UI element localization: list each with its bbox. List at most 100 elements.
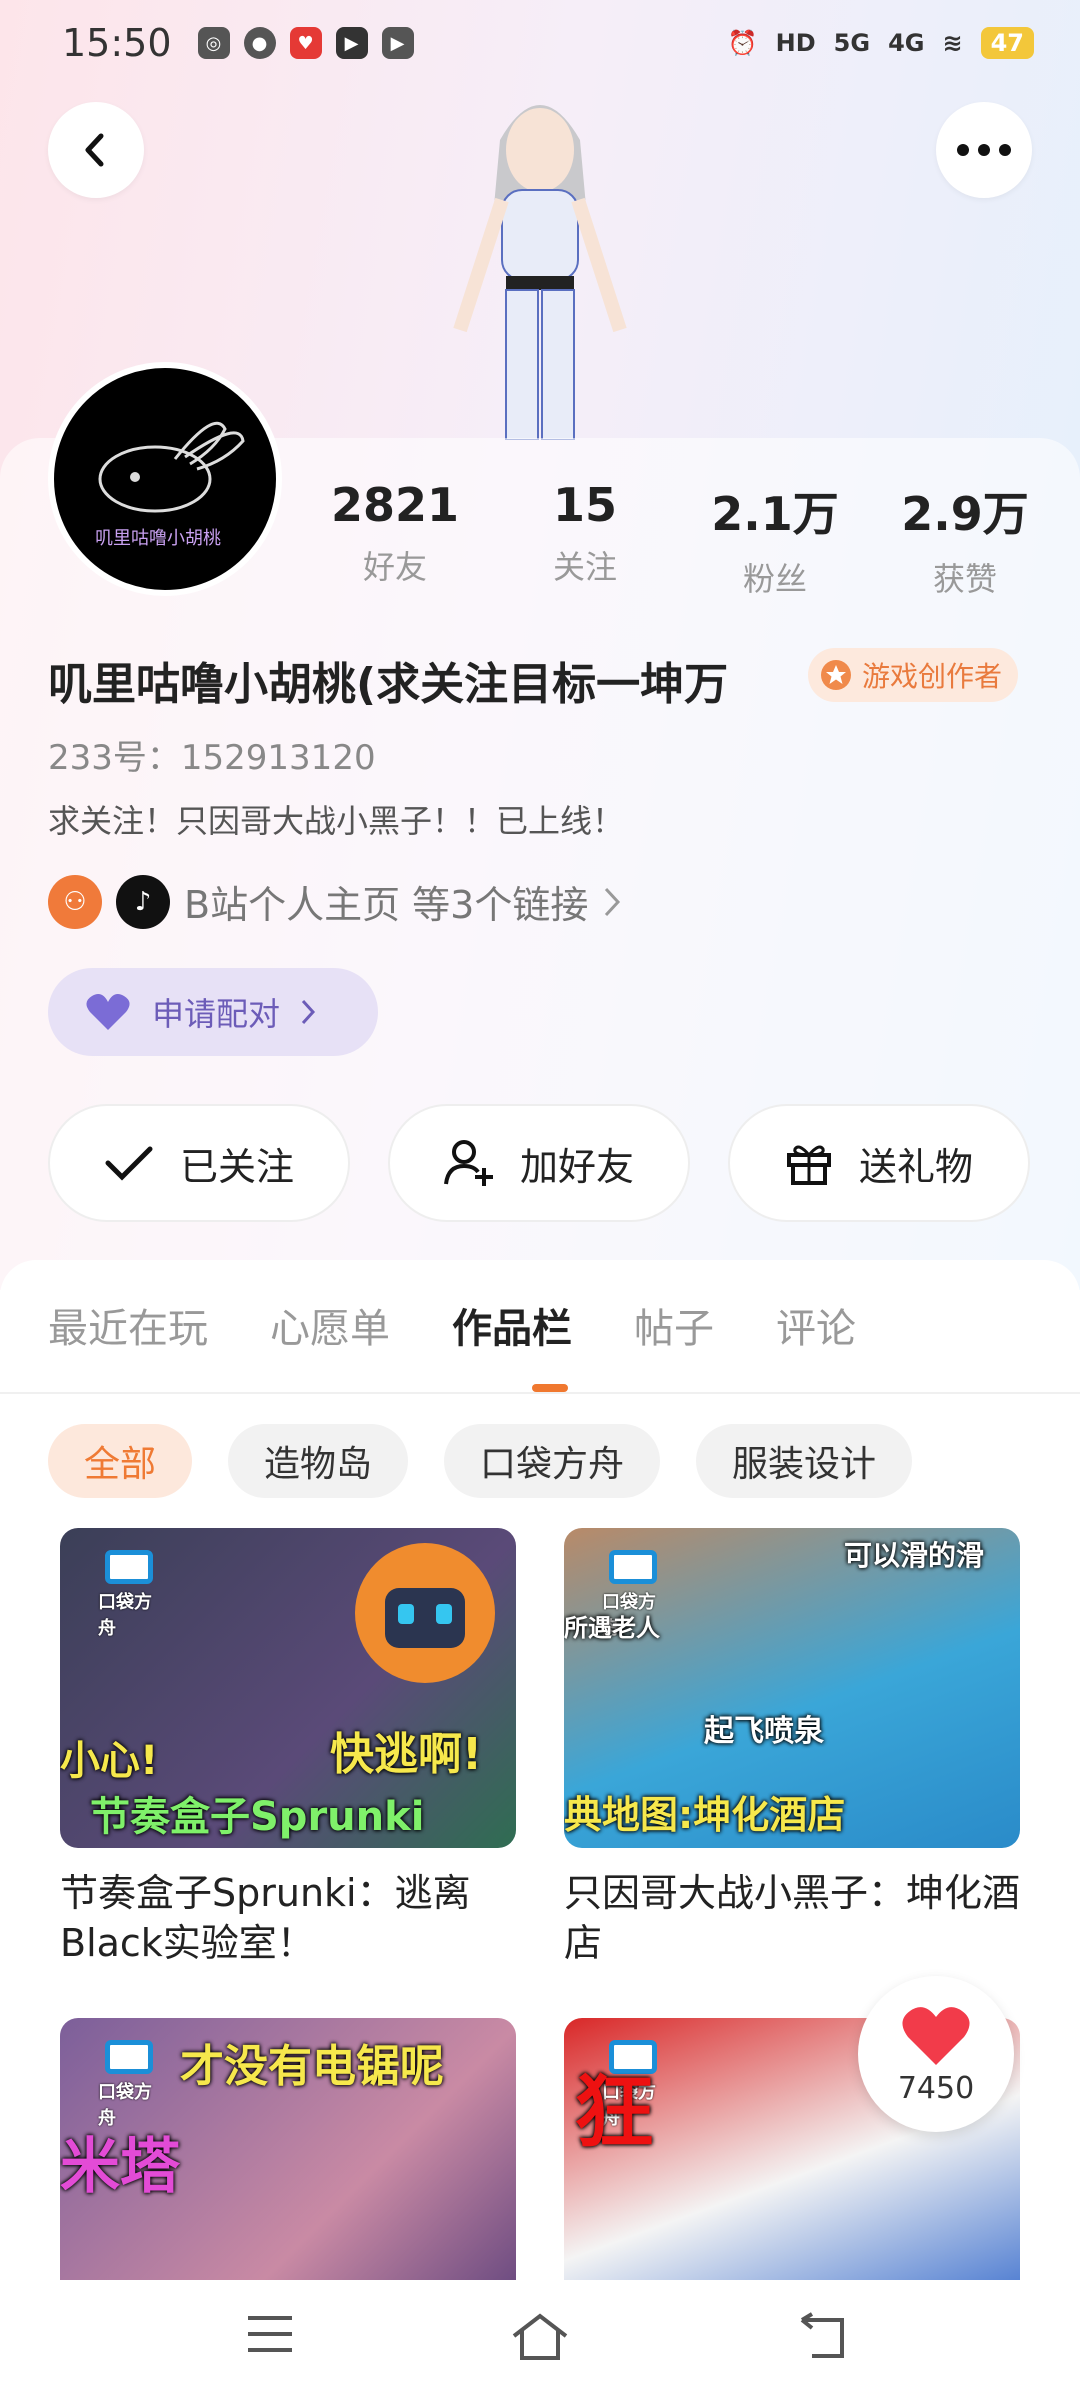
user-id: 233号：152913120 xyxy=(48,738,376,778)
star-badge-icon xyxy=(821,660,851,690)
stat-fans[interactable]: 2.1万 粉丝 xyxy=(680,478,870,600)
chevron-left-icon xyxy=(85,133,104,167)
thumb-text: 起飞喷泉 xyxy=(704,1714,824,1749)
stat-following[interactable]: 15 关注 xyxy=(490,478,680,600)
work-card[interactable]: 口袋方舟 可以滑的滑 所遇老人 起飞喷泉 典地图:坤化酒店 只因哥大战小黑子：坤… xyxy=(564,1528,1020,1968)
like-count: 7450 xyxy=(897,2070,975,2106)
menu-icon[interactable] xyxy=(244,2312,296,2356)
more-button[interactable] xyxy=(936,102,1032,198)
heart-icon xyxy=(902,2006,970,2065)
character-figure xyxy=(453,105,627,440)
chevron-right-icon xyxy=(605,887,621,916)
stat-label: 好友 xyxy=(362,548,427,586)
thumb-text: 才没有电锯呢 xyxy=(180,2041,444,2092)
tab-wishlist[interactable]: 心愿单 xyxy=(270,1296,390,1354)
pocket-ark-logo: 口袋方舟 xyxy=(98,2040,160,2130)
stat-likes[interactable]: 2.9万 获赞 xyxy=(870,478,1060,600)
stat-label: 获赞 xyxy=(932,560,997,598)
tab-indicator xyxy=(532,1384,568,1392)
thumb-text: 小心! xyxy=(60,1738,159,1784)
battery-icon: 47 xyxy=(980,27,1034,59)
app-icon-3: ▶ xyxy=(335,27,368,59)
work-thumbnail: 口袋方舟 小心! 快逃啊! 节奏盒子Sprunki xyxy=(60,1528,516,1848)
tab-posts[interactable]: 帖子 xyxy=(634,1296,714,1354)
thumb-text: 节奏盒子Sprunki xyxy=(90,1794,425,1840)
logo-text: 口袋方舟 xyxy=(98,1592,152,1639)
follow-button[interactable]: 已关注 xyxy=(48,1104,350,1222)
thumb-text: 米塔 xyxy=(60,2132,180,2202)
work-title: 节奏盒子Sprunki：逃离Black实验室！ xyxy=(60,1871,471,1965)
send-gift-label: 送礼物 xyxy=(858,1144,973,1189)
profile-actions: 已关注 加好友 送礼物 xyxy=(48,1104,1030,1222)
signal-4g-icon: 4G xyxy=(888,29,925,57)
avatar-image: 叽里咕噜小胡桃 xyxy=(95,421,245,549)
chip-fashion[interactable]: 服装设计 xyxy=(696,1424,913,1498)
back-nav-icon[interactable] xyxy=(798,2312,850,2360)
system-icons: ⏰ HD 5G 4G ≋ 47 xyxy=(728,27,1034,59)
tab-comments[interactable]: 评论 xyxy=(776,1296,856,1354)
stat-label: 粉丝 xyxy=(742,560,807,598)
links-label: B站个人主页 等3个链接 xyxy=(184,883,589,927)
tabs-divider xyxy=(0,1392,1080,1394)
chip-pocket-ark[interactable]: 口袋方舟 xyxy=(444,1424,661,1498)
works-grid: 口袋方舟 小心! 快逃啊! 节奏盒子Sprunki 节奏盒子Sprunki：逃离… xyxy=(60,1528,1020,2338)
pair-request-button[interactable]: 申请配对 xyxy=(48,968,378,1056)
chip-all[interactable]: 全部 xyxy=(48,1424,193,1498)
pocket-ark-logo: 口袋方舟 xyxy=(98,1550,160,1640)
stat-friends[interactable]: 2821 好友 xyxy=(300,478,490,600)
back-button[interactable] xyxy=(48,102,144,198)
status-time: 15:50 xyxy=(62,21,172,65)
chip-island[interactable]: 造物岛 xyxy=(228,1424,409,1498)
stat-number: 2821 xyxy=(330,478,460,532)
logo-square xyxy=(105,1550,153,1584)
follow-label: 已关注 xyxy=(179,1144,294,1189)
gift-icon xyxy=(786,1145,831,1185)
bilibili-icon: ⚇ xyxy=(48,874,102,929)
notification-icons: ◎ ● ♥ ▶ ▶ xyxy=(197,27,414,59)
tiktok-icon: ♪ xyxy=(116,874,170,929)
robot-figure xyxy=(355,1543,495,1683)
external-links[interactable]: ⚇ ♪ B站个人主页 等3个链接 xyxy=(48,874,622,929)
hd-icon: HD xyxy=(775,29,816,57)
stat-label: 关注 xyxy=(552,548,617,586)
chevron-right-icon xyxy=(301,999,316,1025)
add-friend-label: 加好友 xyxy=(519,1144,634,1189)
wifi-icon: ≋ xyxy=(942,29,963,57)
stat-number: 2.9万 xyxy=(901,487,1029,541)
creator-badge-label: 游戏创作者 xyxy=(862,660,1003,693)
avatar[interactable]: 叽里咕噜小胡桃 xyxy=(48,362,282,596)
work-thumbnail: 口袋方舟 可以滑的滑 所遇老人 起飞喷泉 典地图:坤化酒店 xyxy=(564,1528,1020,1848)
home-icon[interactable] xyxy=(510,2312,570,2362)
work-title: 只因哥大战小黑子：坤化酒店 xyxy=(564,1871,1020,1965)
work-card[interactable]: 口袋方舟 小心! 快逃啊! 节奏盒子Sprunki 节奏盒子Sprunki：逃离… xyxy=(60,1528,516,1968)
status-bar: 15:50 ◎ ● ♥ ▶ ▶ ⏰ HD 5G 4G ≋ 47 xyxy=(0,0,1080,86)
thumb-text: 狂 xyxy=(574,2066,654,2159)
stat-number: 15 xyxy=(552,478,617,532)
like-button[interactable]: 7450 xyxy=(858,1976,1014,2132)
profile-stats: 2821 好友 15 关注 2.1万 粉丝 2.9万 获赞 xyxy=(300,478,1060,600)
thumb-text: 所遇老人 xyxy=(564,1614,660,1642)
more-dots-icon xyxy=(957,144,1011,156)
tab-works[interactable]: 作品栏 xyxy=(452,1296,572,1354)
system-nav-bar xyxy=(0,2280,1080,2408)
pair-label: 申请配对 xyxy=(152,995,281,1033)
logo-square xyxy=(105,2040,153,2074)
stat-number: 2.1万 xyxy=(711,487,839,541)
logo-square xyxy=(609,1550,657,1584)
alarm-icon: ⏰ xyxy=(727,29,758,57)
app-icon-1: ◎ xyxy=(197,27,230,59)
send-gift-button[interactable]: 送礼物 xyxy=(728,1104,1030,1222)
check-icon xyxy=(105,1146,153,1181)
avatar-text: 叽里咕噜小胡桃 xyxy=(95,528,221,549)
profile-name: 叽里咕噜小胡桃(求关注目标一坤万 xyxy=(48,659,729,710)
heart-pair-icon xyxy=(86,994,130,1030)
app-icon-2: ♥ xyxy=(289,27,322,59)
bio: 求关注！只因哥大战小黑子！！已上线！ xyxy=(48,802,625,840)
creator-badge[interactable]: 游戏创作者 xyxy=(808,648,1019,702)
signal-5g-icon: 5G xyxy=(833,29,871,57)
add-friend-button[interactable]: 加好友 xyxy=(388,1104,690,1222)
tab-recent[interactable]: 最近在玩 xyxy=(48,1296,208,1354)
thumb-text: 可以滑的滑 xyxy=(844,1539,985,1572)
thumb-text: 典地图:坤化酒店 xyxy=(564,1793,846,1837)
add-user-icon xyxy=(443,1140,493,1186)
